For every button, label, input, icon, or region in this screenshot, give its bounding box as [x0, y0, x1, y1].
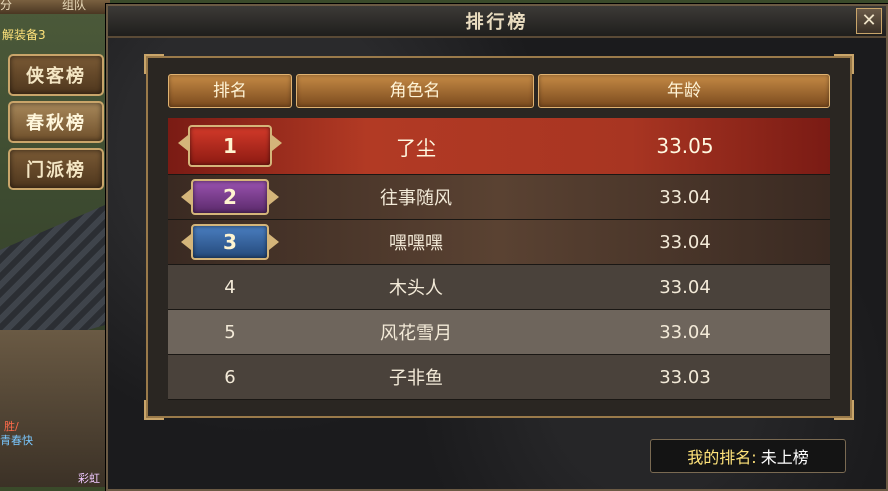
- table-row[interactable]: 4 木头人 33.04: [168, 265, 830, 310]
- rank-number: 3: [223, 230, 237, 254]
- rank-number: 6: [224, 366, 236, 388]
- hud-top-tabs: 分 组队: [0, 0, 110, 14]
- title-bar[interactable]: 排行榜 ✕: [108, 6, 886, 38]
- frame-corner-ornament: [144, 400, 164, 420]
- category-button-menpai[interactable]: 门派榜: [8, 148, 104, 190]
- column-header-name[interactable]: 角色名: [296, 74, 534, 108]
- category-button-xiake[interactable]: 侠客榜: [8, 54, 104, 96]
- gold-medal-icon: 1: [178, 125, 282, 167]
- my-rank-box: 我的排名: 未上榜: [650, 439, 846, 473]
- rank-cell: 2: [168, 175, 292, 219]
- ranking-panel: 排名 角色名 年龄 1 了尘 33.05 2 往事随风 33.04 3 嘿嘿嘿 …: [144, 54, 854, 420]
- hud-tab-partial[interactable]: 分: [0, 0, 12, 12]
- hud-caption: 解装备3: [2, 28, 46, 42]
- frame-corner-ornament: [144, 54, 164, 74]
- table-row[interactable]: 6 子非鱼 33.03: [168, 355, 830, 400]
- rank-number: 4: [224, 276, 236, 298]
- frame-corner-ornament: [834, 54, 854, 74]
- player-age: 33.05: [656, 134, 714, 158]
- my-rank-value: 未上榜: [760, 448, 809, 467]
- table-row[interactable]: 5 风花雪月 33.04: [168, 310, 830, 355]
- table-row[interactable]: 1 了尘 33.05: [168, 118, 830, 175]
- ranking-list: 1 了尘 33.05 2 往事随风 33.04 3 嘿嘿嘿 33.04 4 木头…: [168, 118, 830, 400]
- frame-corner-ornament: [834, 400, 854, 420]
- column-header-age[interactable]: 年龄: [538, 74, 830, 108]
- player-age: 33.04: [659, 186, 711, 208]
- ranking-window: 排行榜 ✕ 排名 角色名 年龄 1 了尘 33.05 2 往事随风 33.04 …: [106, 4, 888, 491]
- player-name: 了尘: [396, 135, 436, 160]
- player-age: 33.03: [659, 366, 711, 388]
- bronze-medal-icon: 3: [181, 224, 279, 260]
- player-name: 往事随风: [380, 188, 452, 209]
- close-button[interactable]: ✕: [856, 8, 882, 34]
- table-header: 排名 角色名 年龄: [168, 74, 830, 108]
- close-icon: ✕: [861, 10, 877, 31]
- player-name: 风花雪月: [380, 323, 452, 344]
- silver-medal-icon: 2: [181, 179, 279, 215]
- rank-number: 5: [224, 321, 236, 343]
- player-name: 嘿嘿嘿: [389, 233, 443, 254]
- player-name: 木头人: [389, 278, 443, 299]
- rank-cell: 1: [168, 118, 292, 174]
- my-rank-label: 我的排名:: [687, 448, 757, 467]
- hud-tab-team[interactable]: 组队: [62, 0, 86, 12]
- window-title: 排行榜: [465, 12, 529, 33]
- table-row[interactable]: 3 嘿嘿嘿 33.04: [168, 220, 830, 265]
- npc-name-fragment: 彩虹: [78, 472, 100, 485]
- rank-number: 1: [223, 134, 237, 158]
- player-age: 33.04: [659, 231, 711, 253]
- player-age: 33.04: [659, 321, 711, 343]
- rank-cell: 3: [168, 220, 292, 264]
- column-header-rank[interactable]: 排名: [168, 74, 292, 108]
- player-name: 子非鱼: [389, 368, 443, 389]
- player-guild-fragment: 青春快: [0, 434, 33, 447]
- table-row[interactable]: 2 往事随风 33.04: [168, 175, 830, 220]
- rank-number: 2: [223, 185, 237, 209]
- game-scene-background: 分 组队 解装备3 侠客榜 春秋榜 门派榜 胜/ 青春快 彩虹: [0, 0, 110, 487]
- player-age: 33.04: [659, 276, 711, 298]
- building-wall: [0, 330, 105, 487]
- category-button-chunqiu[interactable]: 春秋榜: [8, 101, 104, 143]
